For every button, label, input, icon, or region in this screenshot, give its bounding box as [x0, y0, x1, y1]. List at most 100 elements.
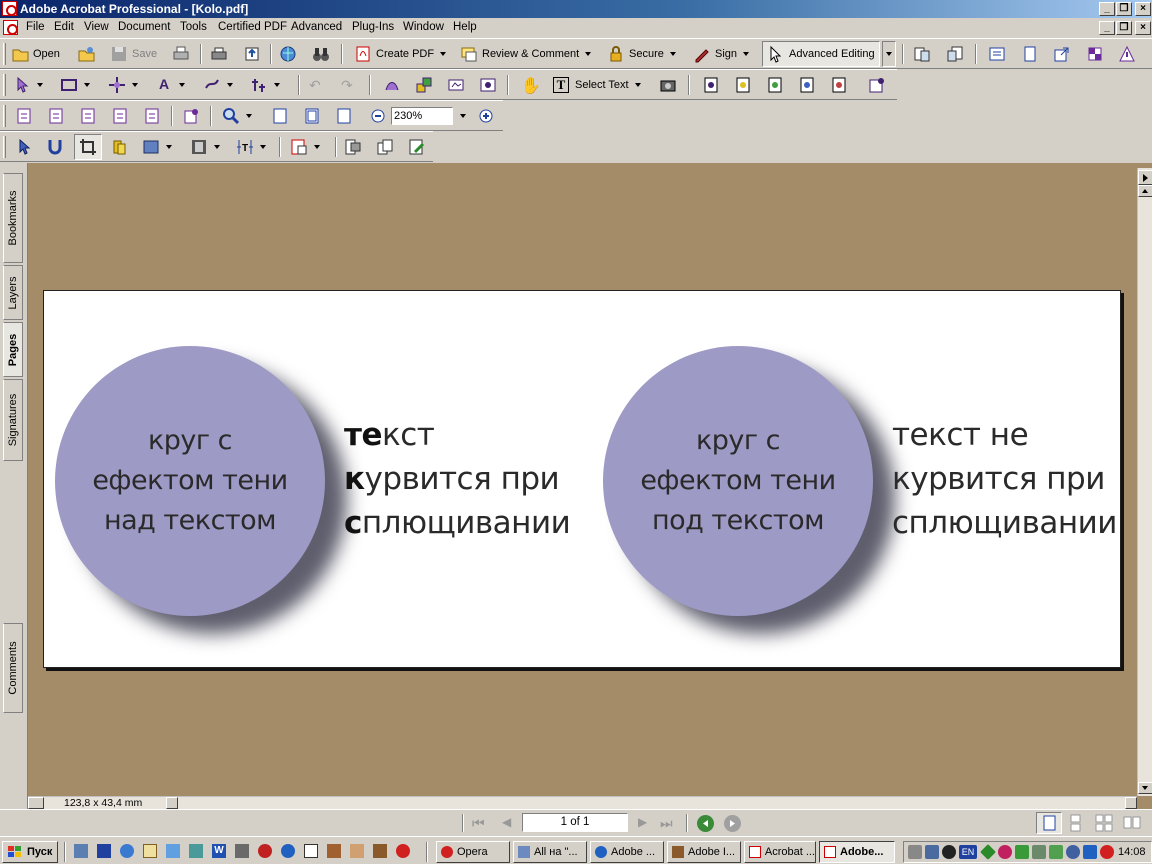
- quicklaunch-notes-icon[interactable]: [143, 844, 157, 858]
- chevron-down-icon[interactable]: [669, 52, 676, 56]
- scroll-right-button[interactable]: [1125, 797, 1137, 809]
- doc-close-button[interactable]: ×: [1135, 21, 1151, 35]
- organizer-button[interactable]: [78, 42, 96, 66]
- tray-app-icon[interactable]: [1032, 845, 1046, 859]
- start-button[interactable]: Пуск: [2, 841, 58, 863]
- touchup-tool[interactable]: [250, 73, 280, 97]
- quicklaunch-app-icon[interactable]: [235, 844, 249, 858]
- page-tool-1[interactable]: [702, 73, 720, 97]
- page-tool-3[interactable]: [766, 73, 784, 97]
- doc-restore-button[interactable]: ❐: [1116, 21, 1132, 35]
- scroll-left-button[interactable]: [166, 797, 178, 809]
- select-object-tool[interactable]: [13, 73, 43, 97]
- web-button[interactable]: [279, 42, 297, 66]
- quicklaunch-app-icon[interactable]: [373, 844, 387, 858]
- fit-page-button[interactable]: [303, 104, 321, 128]
- tray-app-icon[interactable]: [1066, 845, 1080, 859]
- previous-page-button[interactable]: ◀: [502, 815, 511, 829]
- chevron-down-icon[interactable]: [84, 83, 90, 87]
- page-view-tool-3[interactable]: [79, 104, 97, 128]
- chevron-down-icon[interactable]: [260, 145, 266, 149]
- continuous-layout-button[interactable]: [1066, 814, 1086, 835]
- layer-tool-3[interactable]: [408, 135, 426, 159]
- gear-tool[interactable]: [479, 73, 497, 97]
- task-button-1[interactable]: Opera: [436, 841, 510, 863]
- touchup-object-tool[interactable]: [15, 135, 33, 159]
- form-field-tool[interactable]: [290, 135, 320, 159]
- menu-plug-ins[interactable]: Plug-Ins: [352, 21, 394, 33]
- task-button-2[interactable]: All на "...: [513, 841, 587, 863]
- page-button[interactable]: [1021, 42, 1039, 66]
- task-button-4[interactable]: Adobe I...: [667, 841, 741, 863]
- article-tool[interactable]: [110, 135, 128, 159]
- search-button[interactable]: [312, 42, 330, 66]
- quicklaunch-app-icon[interactable]: [304, 844, 318, 858]
- quicklaunch-app-icon[interactable]: [327, 844, 341, 858]
- menu-file[interactable]: File: [26, 21, 45, 33]
- menu-advanced[interactable]: Advanced: [291, 21, 342, 33]
- toolbar-grip[interactable]: [3, 43, 6, 65]
- open-button[interactable]: Open: [12, 42, 60, 66]
- menu-window[interactable]: Window: [403, 21, 444, 33]
- quicklaunch-app-icon[interactable]: [350, 844, 364, 858]
- chevron-down-icon[interactable]: [132, 83, 138, 87]
- snapshot-tool[interactable]: [659, 73, 677, 97]
- secure-button[interactable]: Secure: [607, 42, 676, 66]
- page-tool-5[interactable]: [830, 73, 848, 97]
- acrobat-app-icon[interactable]: [2, 1, 17, 16]
- doc-minimize-button[interactable]: _: [1099, 21, 1115, 35]
- close-button[interactable]: ×: [1135, 2, 1151, 16]
- text-field-tool[interactable]: A: [155, 73, 185, 97]
- menu-view[interactable]: View: [84, 21, 109, 33]
- page-tool-6[interactable]: [868, 73, 886, 97]
- button-tool[interactable]: [142, 135, 172, 159]
- zoom-input[interactable]: 230%: [391, 107, 453, 125]
- fit-width-button[interactable]: [335, 104, 353, 128]
- chevron-down-icon[interactable]: [440, 52, 447, 56]
- movie-tool[interactable]: [190, 135, 220, 159]
- task-button-6[interactable]: Adobe...: [819, 841, 895, 863]
- next-page-button[interactable]: ▶: [638, 815, 647, 829]
- text-box-tool[interactable]: T: [236, 135, 266, 159]
- create-pdf-button[interactable]: Create PDF: [354, 42, 447, 66]
- quicklaunch-app-icon[interactable]: [258, 844, 272, 858]
- preflight-button[interactable]: [1086, 42, 1104, 66]
- menu-help[interactable]: Help: [453, 21, 477, 33]
- tab-signatures[interactable]: Signatures: [3, 379, 23, 461]
- quicklaunch-app-icon[interactable]: [281, 844, 295, 858]
- chevron-down-icon[interactable]: [274, 83, 280, 87]
- first-page-button[interactable]: ⏮: [472, 815, 485, 832]
- horizontal-scrollbar[interactable]: 123,8 x 43,4 mm: [28, 796, 1137, 809]
- actual-size-button[interactable]: [271, 104, 289, 128]
- tray-app-icon[interactable]: [1049, 845, 1063, 859]
- menu-tools[interactable]: Tools: [180, 21, 207, 33]
- sign-button[interactable]: Sign: [693, 42, 750, 66]
- page-number-field[interactable]: 1 of 1: [522, 813, 628, 832]
- properties-button[interactable]: [988, 42, 1006, 66]
- system-clock[interactable]: 14:08: [1118, 846, 1146, 858]
- task-button-3[interactable]: Adobe ...: [590, 841, 664, 863]
- zoom-out-button[interactable]: [369, 104, 387, 128]
- review-comment-button[interactable]: Review & Comment: [460, 42, 592, 66]
- reading-order-tool[interactable]: [383, 73, 401, 97]
- chevron-down-icon[interactable]: [743, 52, 750, 56]
- chevron-down-icon[interactable]: [179, 83, 185, 87]
- previous-view-button[interactable]: [697, 815, 714, 832]
- warning-button[interactable]: [1118, 42, 1136, 66]
- tab-comments[interactable]: Comments: [3, 623, 23, 713]
- next-view-button[interactable]: [724, 815, 741, 832]
- quicklaunch-disk-icon[interactable]: [97, 844, 111, 858]
- chevron-down-icon[interactable]: [634, 83, 641, 87]
- chevron-down-icon[interactable]: [227, 83, 233, 87]
- move-tool[interactable]: [108, 73, 138, 97]
- email-button[interactable]: [243, 42, 261, 66]
- quicklaunch-word-icon[interactable]: W: [212, 844, 226, 858]
- tab-layers[interactable]: Layers: [3, 265, 23, 320]
- chevron-down-icon[interactable]: [585, 52, 592, 56]
- advanced-editing-button[interactable]: Advanced Editing: [762, 41, 880, 67]
- chevron-down-icon[interactable]: [166, 145, 172, 149]
- advanced-editing-dropdown[interactable]: [882, 41, 896, 67]
- quicklaunch-app-icon[interactable]: [189, 844, 203, 858]
- extract-pages-button[interactable]: [946, 42, 964, 66]
- select-text-tool[interactable]: T Select Text: [553, 73, 641, 97]
